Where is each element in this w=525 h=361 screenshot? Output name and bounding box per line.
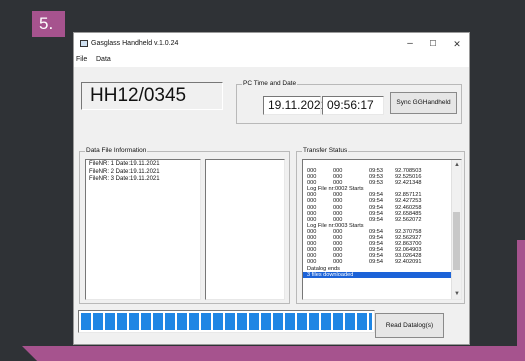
scroll-down-icon[interactable]: ▼ bbox=[452, 289, 461, 299]
scroll-up-icon[interactable]: ▲ bbox=[452, 160, 461, 170]
status-row[interactable]: 000 000 09:53 92.421348 bbox=[303, 180, 453, 186]
transfer-status-scrollbar[interactable]: ▲ ▼ bbox=[451, 160, 461, 299]
maximize-icon[interactable]: ☐ bbox=[424, 37, 442, 51]
list-item[interactable]: FileNR: 3 Date:19.11.2021 bbox=[86, 176, 200, 184]
download-progress-bar bbox=[78, 310, 375, 333]
status-row-selected[interactable]: 3 files downloaded bbox=[303, 271, 453, 278]
status-cell: 000 bbox=[307, 180, 317, 187]
app-window-icon bbox=[80, 40, 88, 47]
transfer-status-list[interactable]: 000 000 09:53 92.708503 000 000 09:53 92.525016… bbox=[302, 159, 462, 300]
app-window: Gasglass Handheld v.1.0.24 – ☐ ✕ File Da… bbox=[73, 32, 470, 345]
pc-time-field[interactable]: 09:56:17 bbox=[322, 96, 384, 115]
status-cell: 92.562072 bbox=[395, 216, 422, 223]
status-cell: 09:54 bbox=[369, 259, 383, 266]
status-cell: 000 bbox=[307, 216, 317, 223]
close-icon[interactable]: ✕ bbox=[448, 37, 466, 51]
pc-time-group-label: PC Time and Date bbox=[242, 80, 298, 87]
decor-stripe-bottom bbox=[22, 346, 525, 361]
decor-stripe-right bbox=[517, 240, 525, 361]
status-cell: 09:54 bbox=[369, 216, 383, 223]
menu-bar: File Data bbox=[74, 55, 469, 67]
read-datalogs-label: Read Datalog(s) bbox=[385, 322, 434, 329]
data-file-info-label: Data File Information bbox=[85, 147, 148, 154]
status-cell: 92.421348 bbox=[395, 180, 422, 187]
pc-date-field[interactable]: 19.11.2021 bbox=[263, 96, 327, 115]
download-progress-fill bbox=[81, 313, 372, 330]
status-cell: 000 bbox=[333, 259, 343, 266]
menu-file[interactable]: File bbox=[76, 56, 87, 63]
transfer-status-label: Transfer Status bbox=[302, 147, 349, 154]
minimize-icon[interactable]: – bbox=[401, 37, 419, 51]
status-row[interactable]: 000 000 09:54 92.402091 bbox=[303, 259, 453, 265]
status-cell: 000 bbox=[333, 216, 343, 223]
sync-handheld-button[interactable]: Sync GGHandheld bbox=[390, 92, 457, 114]
device-id-display: HH12/0345 bbox=[81, 82, 223, 110]
status-cell: 000 bbox=[307, 259, 317, 266]
scroll-thumb[interactable] bbox=[453, 212, 460, 270]
list-item[interactable]: FileNR: 2 Date:19.11.2021 bbox=[86, 169, 200, 177]
title-bar[interactable]: Gasglass Handheld v.1.0.24 – ☐ ✕ bbox=[74, 33, 469, 55]
menu-data[interactable]: Data bbox=[96, 56, 111, 63]
sync-handheld-label: Sync GGHandheld bbox=[396, 99, 451, 106]
file-list[interactable]: FileNR: 1 Date:19.11.2021 FileNR: 2 Date:… bbox=[85, 159, 201, 300]
window-title: Gasglass Handheld v.1.0.24 bbox=[91, 40, 179, 47]
step-badge: 5. bbox=[32, 11, 65, 37]
list-item[interactable]: FileNR: 1 Date:19.11.2021 bbox=[86, 161, 200, 169]
status-row[interactable]: 000 000 09:54 92.562072 bbox=[303, 217, 453, 223]
status-cell: 000 bbox=[333, 180, 343, 187]
read-datalogs-button[interactable]: Read Datalog(s) bbox=[375, 313, 444, 338]
status-cell: 09:53 bbox=[369, 180, 383, 187]
status-cell: 92.402091 bbox=[395, 259, 422, 266]
file-detail-list[interactable] bbox=[205, 159, 285, 300]
